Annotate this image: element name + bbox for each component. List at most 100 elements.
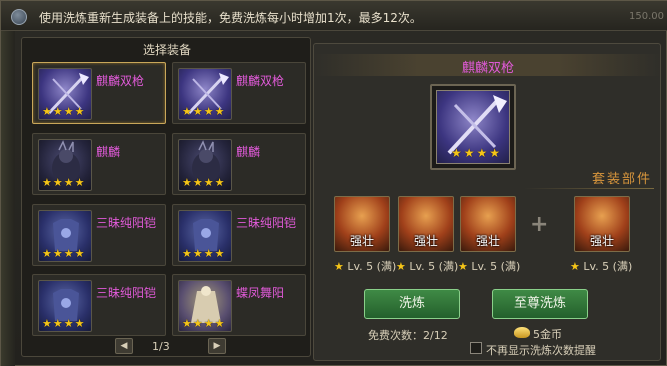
star-icon: ★ <box>182 317 192 330</box>
equipment-slot[interactable]: ★ ★ ★ ★ 蝶凤舞阳 <box>172 274 306 336</box>
dual-spear-icon: ★ ★ ★ ★ <box>436 90 510 164</box>
dual-spear-icon: ★ ★ ★ ★ <box>178 68 232 120</box>
next-page-button[interactable]: ▶ <box>208 338 226 354</box>
star-rating: ★ ★ ★ ★ <box>42 106 85 117</box>
star-icon: ★ <box>63 105 74 118</box>
star-icon: ★ <box>334 260 344 273</box>
equipment-slot[interactable]: ★ ★ ★ ★ 三昧纯阳铠 <box>172 204 306 266</box>
armor-icon: ★ ★ ★ ★ <box>178 210 232 262</box>
qilin-mount-icon: ★ ★ ★ ★ <box>38 139 92 191</box>
star-icon: ★ <box>182 247 192 260</box>
star-icon: ★ <box>489 146 501 160</box>
equipment-name: 麒麟双枪 <box>96 74 145 88</box>
star-icon: ★ <box>74 247 85 260</box>
info-icon <box>11 9 27 25</box>
armor-icon: ★ ★ ★ ★ <box>38 280 92 332</box>
set-part-slot[interactable]: 强壮 <box>460 196 516 252</box>
star-icon: ★ <box>214 247 225 260</box>
star-icon: ★ <box>74 317 85 330</box>
set-parts-label: 套装部件 <box>591 172 652 187</box>
level-text: Lv. 5 (满) <box>471 260 521 273</box>
refine-panel: 麒麟双枪 ★ ★ ★ ★ 套装部件 强壮 强壮 强壮 + 强壮 ★ Lv. 5 … <box>313 43 662 361</box>
part-label: 强壮 <box>589 234 614 248</box>
gold-cost: 5金币 <box>533 328 562 341</box>
equipment-name: 三昧纯阳铠 <box>96 286 157 300</box>
level-text: Lv. 5 (满) <box>347 260 397 273</box>
star-icon: ★ <box>74 105 85 118</box>
gold-icon <box>514 327 530 338</box>
level-text: Lv. 5 (满) <box>583 260 633 273</box>
part-level: ★ Lv. 5 (满) <box>570 258 632 274</box>
no-reminder-label: 不再显示洗炼次数提醒 <box>486 344 596 357</box>
star-icon: ★ <box>63 317 74 330</box>
equipment-slot[interactable]: ★ ★ ★ ★ 麒麟双枪 <box>32 62 166 124</box>
level-text: Lv. 5 (满) <box>409 260 459 273</box>
equipment-slot[interactable]: ★ ★ ★ ★ 麒麟 <box>172 133 306 195</box>
set-part-slot[interactable]: 强壮 <box>334 196 390 252</box>
part-level: ★ Lv. 5 (满) <box>334 258 396 274</box>
star-icon: ★ <box>192 105 203 118</box>
star-icon: ★ <box>42 317 52 330</box>
part-label: 强壮 <box>475 234 500 248</box>
refine-button[interactable]: 洗炼 <box>364 289 460 319</box>
star-icon: ★ <box>192 317 203 330</box>
set-part-slot[interactable]: 强壮 <box>574 196 630 252</box>
star-rating: ★ ★ ★ ★ <box>42 248 85 259</box>
equipment-name: 三昧纯阳铠 <box>96 216 157 230</box>
star-icon: ★ <box>52 317 63 330</box>
star-rating: ★ ★ ★ ★ <box>42 318 85 329</box>
free-refine-count: 免费次数：2/12 <box>368 329 448 342</box>
equipment-slot[interactable]: ★ ★ ★ ★ 三昧纯阳铠 <box>32 274 166 336</box>
no-reminder-checkbox[interactable] <box>470 342 482 354</box>
equipment-name: 麒麟 <box>96 145 121 159</box>
panel-title: 选择装备 <box>142 43 191 57</box>
qilin-mount-icon: ★ ★ ★ ★ <box>178 139 232 191</box>
robe-icon: ★ ★ ★ ★ <box>178 280 232 332</box>
plus-icon: + <box>530 212 549 237</box>
star-icon: ★ <box>74 176 85 189</box>
star-icon: ★ <box>458 260 468 273</box>
divider <box>524 188 654 189</box>
banner-text: 使用洗炼重新生成装备上的技能，免费洗炼每小时增加1次，最多12次。 <box>39 11 422 25</box>
star-icon: ★ <box>214 176 225 189</box>
star-icon: ★ <box>52 105 63 118</box>
star-icon: ★ <box>182 105 192 118</box>
star-icon: ★ <box>192 176 203 189</box>
star-icon: ★ <box>42 247 52 260</box>
equipment-slot[interactable]: ★ ★ ★ ★ 三昧纯阳铠 <box>32 204 166 266</box>
star-icon: ★ <box>42 105 52 118</box>
part-level: ★ Lv. 5 (满) <box>458 258 520 274</box>
equipment-name: 麒麟双枪 <box>236 74 285 88</box>
star-rating: ★ ★ ★ ★ <box>182 248 225 259</box>
armor-icon: ★ ★ ★ ★ <box>38 210 92 262</box>
set-part-slot[interactable]: 强壮 <box>398 196 454 252</box>
equipment-select-panel: 选择装备 ★ ★ ★ ★ 麒麟双枪 ★ ★ ★ ★ 麒麟双枪 ★ ★ ★ ★ 麒… <box>21 37 311 357</box>
star-rating: ★ ★ ★ ★ <box>42 177 85 188</box>
star-icon: ★ <box>396 260 406 273</box>
equipment-slot[interactable]: ★ ★ ★ ★ 麒麟 <box>32 133 166 195</box>
corner-value: 150.00 <box>629 11 664 22</box>
refine-window: 使用洗炼重新生成装备上的技能，免费洗炼每小时增加1次，最多12次。 150.00… <box>0 0 667 366</box>
star-icon: ★ <box>203 105 214 118</box>
star-icon: ★ <box>451 146 462 160</box>
star-icon: ★ <box>203 176 214 189</box>
part-level: ★ Lv. 5 (满) <box>396 258 458 274</box>
selected-equipment-slot: ★ ★ ★ ★ <box>430 84 516 170</box>
star-icon: ★ <box>463 146 475 160</box>
star-icon: ★ <box>52 176 63 189</box>
star-icon: ★ <box>214 317 225 330</box>
supreme-refine-button[interactable]: 至尊洗炼 <box>492 289 588 319</box>
equipment-slot[interactable]: ★ ★ ★ ★ 麒麟双枪 <box>172 62 306 124</box>
star-icon: ★ <box>214 105 225 118</box>
star-icon: ★ <box>52 247 63 260</box>
equipment-name: 三昧纯阳铠 <box>236 216 297 230</box>
star-icon: ★ <box>63 247 74 260</box>
selected-equipment-name: 麒麟双枪 <box>461 61 514 76</box>
star-rating: ★ ★ ★ ★ <box>182 177 225 188</box>
part-label: 强壮 <box>413 234 438 248</box>
star-icon: ★ <box>203 317 214 330</box>
star-rating: ★ ★ ★ ★ <box>182 106 225 117</box>
prev-page-button[interactable]: ◀ <box>115 338 133 354</box>
dual-spear-icon: ★ ★ ★ ★ <box>38 68 92 120</box>
info-banner: 使用洗炼重新生成装备上的技能，免费洗炼每小时增加1次，最多12次。 150.00 <box>1 1 667 31</box>
